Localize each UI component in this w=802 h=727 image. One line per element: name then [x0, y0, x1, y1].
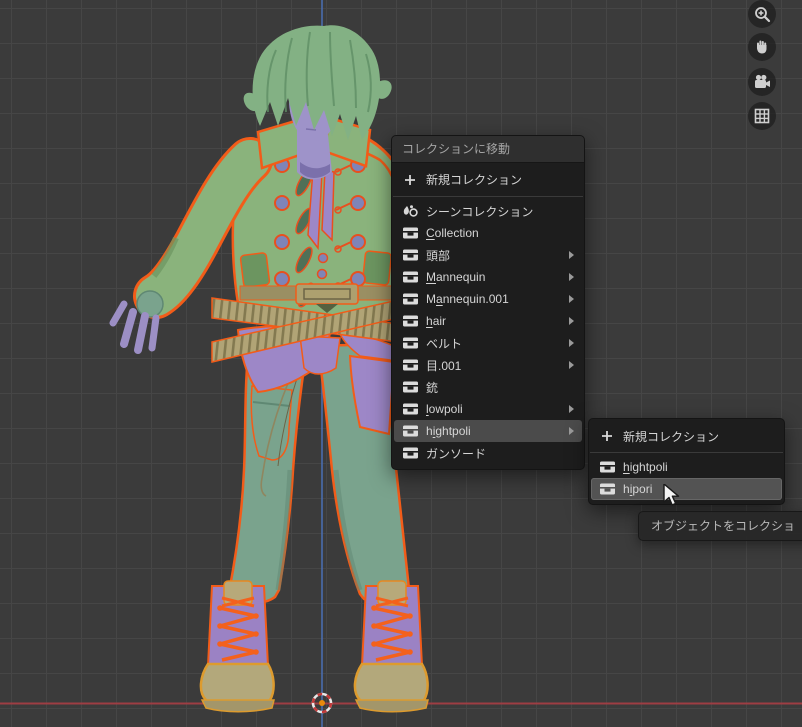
- menu-item-belt[interactable]: ベルト: [394, 332, 582, 354]
- menu-item-new-collection[interactable]: 新規コレクション: [394, 163, 582, 196]
- menu-item-label: 目.001: [426, 358, 462, 373]
- tooltip-text: オブジェクトをコレクショ: [651, 519, 796, 533]
- submenu-arrow-icon: [569, 273, 574, 281]
- blender-3d-viewport[interactable]: コレクションに移動 新規コレクション シーンコレクション Collection: [0, 0, 802, 727]
- submenu-item-new-collection[interactable]: 新規コレクション: [591, 423, 782, 449]
- collection-icon: [402, 336, 418, 350]
- grid-icon: [754, 108, 770, 124]
- submenu-arrow-icon: [569, 405, 574, 413]
- menu-item-lowpoli[interactable]: lowpoli: [394, 398, 582, 420]
- menu-item-gunsword[interactable]: ガンソード: [394, 442, 582, 464]
- plus-icon: [599, 429, 615, 443]
- collection-icon: [402, 402, 418, 416]
- menu-item-label: 頭部: [426, 248, 451, 263]
- collection-icon: [402, 314, 418, 328]
- collection-icon: [402, 226, 418, 240]
- menu-item-label: ベルト: [426, 336, 463, 351]
- menu-item-label: hightpoli: [426, 424, 471, 438]
- menu-item-label: 新規コレクション: [623, 429, 720, 444]
- menu-item-label: Mannequin.001: [426, 292, 509, 306]
- menu-item-hair[interactable]: hair: [394, 310, 582, 332]
- submenu-arrow-icon: [569, 361, 574, 369]
- menu-separator: [590, 452, 783, 453]
- submenu-item-hightpoli[interactable]: hightpoli: [591, 456, 782, 478]
- camera-icon: [754, 74, 770, 88]
- left-hand: [109, 290, 164, 354]
- menu-item-gun[interactable]: 銃: [394, 376, 582, 398]
- menu-item-label: 新規コレクション: [426, 173, 523, 187]
- menu-title: コレクションに移動: [392, 136, 584, 163]
- hightpoli-submenu: 新規コレクション hightpoli hipori: [588, 418, 785, 505]
- menu-item-label: シーンコレクション: [426, 204, 534, 219]
- collection-icon: [599, 482, 615, 496]
- menu-item-label: lowpoli: [426, 402, 463, 416]
- collection-icon: [402, 446, 418, 460]
- menu-item-label: ガンソード: [426, 446, 487, 461]
- collection-icon: [402, 380, 418, 394]
- left-boot: [199, 580, 275, 713]
- menu-item-hightpoli[interactable]: hightpoli: [394, 420, 582, 442]
- mouse-cursor-icon: [663, 484, 680, 506]
- submenu-arrow-icon: [569, 427, 574, 435]
- plus-icon: [402, 173, 418, 187]
- right-boot: [353, 580, 429, 713]
- scene-collection-icon: [402, 204, 418, 218]
- menu-item-mannequin[interactable]: Mannequin: [394, 266, 582, 288]
- submenu-arrow-icon: [569, 339, 574, 347]
- submenu-arrow-icon: [569, 295, 574, 303]
- menu-item-mannequin-001[interactable]: Mannequin.001: [394, 288, 582, 310]
- collection-icon: [599, 460, 615, 474]
- pan-button[interactable]: [748, 33, 776, 61]
- collection-icon: [402, 292, 418, 306]
- menu-item-head[interactable]: 頭部: [394, 244, 582, 266]
- zoom-button[interactable]: [748, 0, 776, 28]
- camera-view-button[interactable]: [748, 68, 776, 96]
- collection-icon: [402, 248, 418, 262]
- magnifier-plus-icon: [754, 6, 770, 22]
- menu-item-eye-001[interactable]: 目.001: [394, 354, 582, 376]
- menu-item-label: hightpoli: [623, 460, 668, 474]
- menu-item-collection[interactable]: Collection: [394, 222, 582, 244]
- menu-item-label: hair: [426, 314, 447, 328]
- menu-item-label: 銃: [426, 380, 439, 395]
- menu-item-scene-collection[interactable]: シーンコレクション: [394, 200, 582, 222]
- collection-icon: [402, 358, 418, 372]
- hand-icon: [757, 40, 767, 54]
- collection-icon: [402, 424, 418, 438]
- collection-icon: [402, 270, 418, 284]
- cargo-pocket: [250, 385, 293, 461]
- menu-item-label: Collection: [426, 226, 479, 240]
- menu-item-label: hipori: [623, 482, 653, 496]
- menu-item-label: Mannequin: [426, 270, 486, 284]
- submenu-item-hipori[interactable]: hipori: [591, 478, 782, 500]
- submenu-arrow-icon: [569, 251, 574, 259]
- move-to-collection-menu: コレクションに移動 新規コレクション シーンコレクション Collection: [391, 135, 585, 470]
- tooltip: オブジェクトをコレクショ: [638, 511, 802, 541]
- grid-view-button[interactable]: [748, 102, 776, 130]
- submenu-arrow-icon: [569, 317, 574, 325]
